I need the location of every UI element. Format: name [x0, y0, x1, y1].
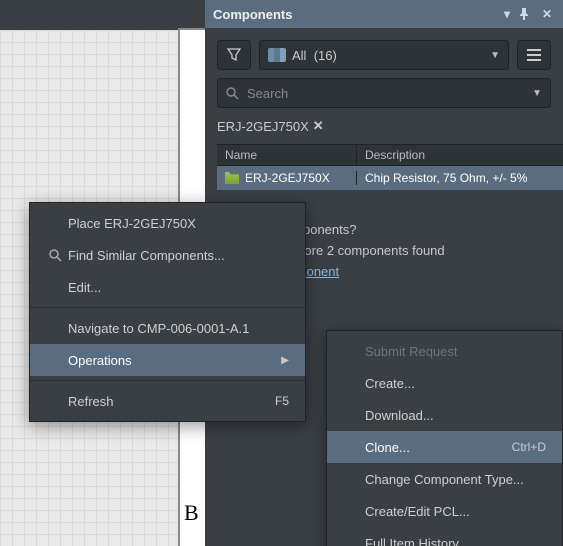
ctx-shortcut: Ctrl+D [512, 440, 546, 454]
filter-chip[interactable]: ERJ-2GEJ750X ✕ [217, 118, 324, 134]
ctx-navigate[interactable]: Navigate to CMP-006-0001-A.1 [30, 312, 305, 344]
ctx-refresh[interactable]: Refresh F5 [30, 385, 305, 417]
library-selector-label: All (16) [292, 48, 490, 63]
ctx-label: Download... [365, 408, 546, 423]
separator [30, 307, 305, 308]
panel-titlebar[interactable]: Components ▾ ✕ [205, 0, 563, 28]
col-header-name[interactable]: Name [217, 145, 357, 165]
ctx-create[interactable]: Create... [327, 367, 562, 399]
panel-pin-icon[interactable] [519, 8, 535, 20]
separator [30, 380, 305, 381]
panel-close-icon[interactable]: ✕ [539, 7, 555, 21]
grid-header: Name Description [217, 144, 563, 166]
ctx-label: Navigate to CMP-006-0001-A.1 [68, 321, 289, 336]
filter-chip-label: ERJ-2GEJ750X [217, 119, 309, 134]
ctx-shortcut: F5 [275, 394, 289, 408]
ctx-label: Clone... [365, 440, 492, 455]
col-header-description[interactable]: Description [357, 145, 563, 165]
submenu-arrow-icon: ▶ [281, 355, 289, 366]
ctx-full-history[interactable]: Full Item History... [327, 527, 562, 546]
table-row[interactable]: ERJ-2GEJ750X Chip Resistor, 75 Ohm, +/- … [217, 166, 563, 190]
components-grid: Name Description ERJ-2GEJ750X Chip Resis… [217, 144, 563, 190]
filter-button[interactable] [217, 40, 251, 70]
chevron-down-icon: ▼ [490, 50, 500, 61]
ctx-label: Edit... [68, 280, 289, 295]
ctx-label: Refresh [68, 394, 255, 409]
hamburger-icon [527, 54, 541, 56]
panel-menu-button[interactable] [517, 40, 551, 70]
search-input[interactable]: Search ▼ [217, 78, 551, 108]
ctx-operations[interactable]: Operations ▶ [30, 344, 305, 376]
search-icon [226, 87, 239, 100]
chevron-down-icon[interactable]: ▼ [532, 88, 542, 99]
books-icon [268, 48, 286, 62]
ctx-edit[interactable]: Edit... [30, 271, 305, 303]
row-name: ERJ-2GEJ750X [245, 171, 330, 185]
ctx-download[interactable]: Download... [327, 399, 562, 431]
ctx-label: Create... [365, 376, 546, 391]
library-selector[interactable]: All (16) ▼ [259, 40, 509, 70]
ctx-create-pcl[interactable]: Create/Edit PCL... [327, 495, 562, 527]
filter-chip-remove-icon[interactable]: ✕ [313, 118, 324, 134]
ctx-label: Full Item History... [365, 536, 546, 546]
ctx-place[interactable]: Place ERJ-2GEJ750X [30, 207, 305, 239]
ctx-label: Place ERJ-2GEJ750X [68, 216, 289, 231]
ctx-label: Find Similar Components... [68, 248, 289, 263]
component-folder-icon [225, 172, 239, 184]
operations-submenu: Submit Request Create... Download... Clo… [326, 330, 563, 546]
filter-chip-row: ERJ-2GEJ750X ✕ [217, 118, 551, 134]
ctx-label: Submit Request [365, 344, 546, 359]
panel-dropdown-icon[interactable]: ▾ [499, 7, 515, 21]
context-menu: Place ERJ-2GEJ750X Find Similar Componen… [29, 202, 306, 422]
ctx-label: Operations [68, 353, 261, 368]
ctx-label: Change Component Type... [365, 472, 546, 487]
ctx-find-similar[interactable]: Find Similar Components... [30, 239, 305, 271]
ctx-label: Create/Edit PCL... [365, 504, 546, 519]
ctx-clone[interactable]: Clone... Ctrl+D [327, 431, 562, 463]
panel-title: Components [213, 7, 495, 22]
funnel-icon [227, 48, 241, 62]
search-icon [42, 249, 68, 262]
ctx-submit-request: Submit Request [327, 335, 562, 367]
info-mid: (more 2 components found [286, 243, 445, 258]
ctx-change-type[interactable]: Change Component Type... [327, 463, 562, 495]
page-marker-letter: B [184, 500, 199, 526]
search-placeholder: Search [247, 86, 532, 101]
panel-toolbar: All (16) ▼ [205, 28, 563, 78]
row-description: Chip Resistor, 75 Ohm, +/- 5% [357, 171, 563, 185]
